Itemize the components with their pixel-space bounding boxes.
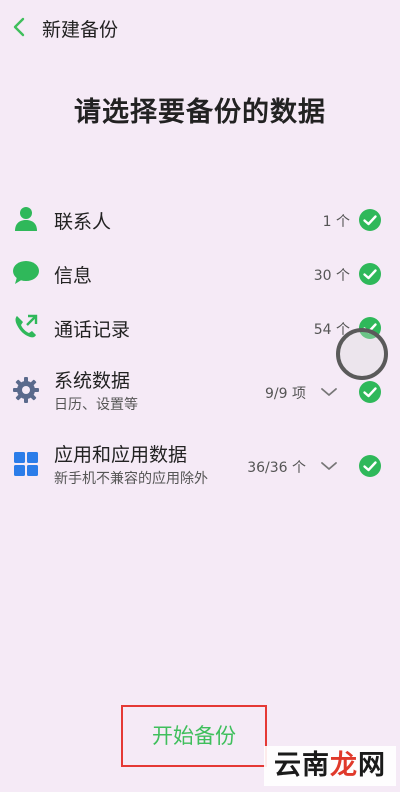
item-label: 应用和应用数据: [54, 444, 188, 466]
chevron-down-icon[interactable]: [320, 460, 338, 472]
watermark-text: 云南: [274, 750, 330, 781]
scroll-thumb[interactable]: [336, 328, 388, 380]
backup-item-messages[interactable]: 信息 30 个: [0, 250, 400, 298]
item-subtitle: 日历、设置等: [54, 397, 138, 413]
apps-grid-icon: [14, 452, 38, 476]
site-watermark: 云南龙网: [264, 746, 396, 786]
check-circle-icon[interactable]: [358, 262, 382, 286]
check-circle-icon[interactable]: [358, 454, 382, 478]
header-title: 新建备份: [42, 19, 119, 41]
item-count: 36/36 个: [247, 460, 306, 476]
top-bar: 新建备份: [0, 0, 400, 56]
phone-call-icon: [15, 314, 38, 338]
item-label: 通话记录: [54, 319, 131, 341]
message-icon: [13, 261, 39, 284]
start-backup-button[interactable]: 开始备份: [121, 705, 267, 767]
backup-item-apps[interactable]: 应用和应用数据 新手机不兼容的应用除外 36/36 个: [0, 438, 400, 492]
check-circle-icon[interactable]: [358, 380, 382, 404]
page-title: 请选择要备份的数据: [74, 97, 326, 128]
check-circle-icon[interactable]: [358, 208, 382, 232]
item-count: 1 个: [322, 214, 350, 230]
gear-icon: [13, 377, 39, 403]
backup-item-contacts[interactable]: 联系人 1 个: [0, 196, 400, 244]
item-subtitle: 新手机不兼容的应用除外: [54, 471, 208, 487]
person-icon: [15, 207, 37, 231]
watermark-text: 网: [358, 750, 386, 781]
item-label: 信息: [54, 265, 93, 287]
item-label: 联系人: [54, 211, 112, 233]
watermark-text-accent: 龙: [330, 750, 358, 781]
item-count: 30 个: [313, 268, 350, 284]
backup-item-system-data[interactable]: 系统数据 日历、设置等 9/9 项: [0, 364, 400, 418]
item-count: 9/9 项: [265, 386, 306, 402]
back-chevron-icon[interactable]: [10, 16, 28, 38]
item-label: 系统数据: [54, 370, 131, 392]
chevron-down-icon[interactable]: [320, 386, 338, 398]
